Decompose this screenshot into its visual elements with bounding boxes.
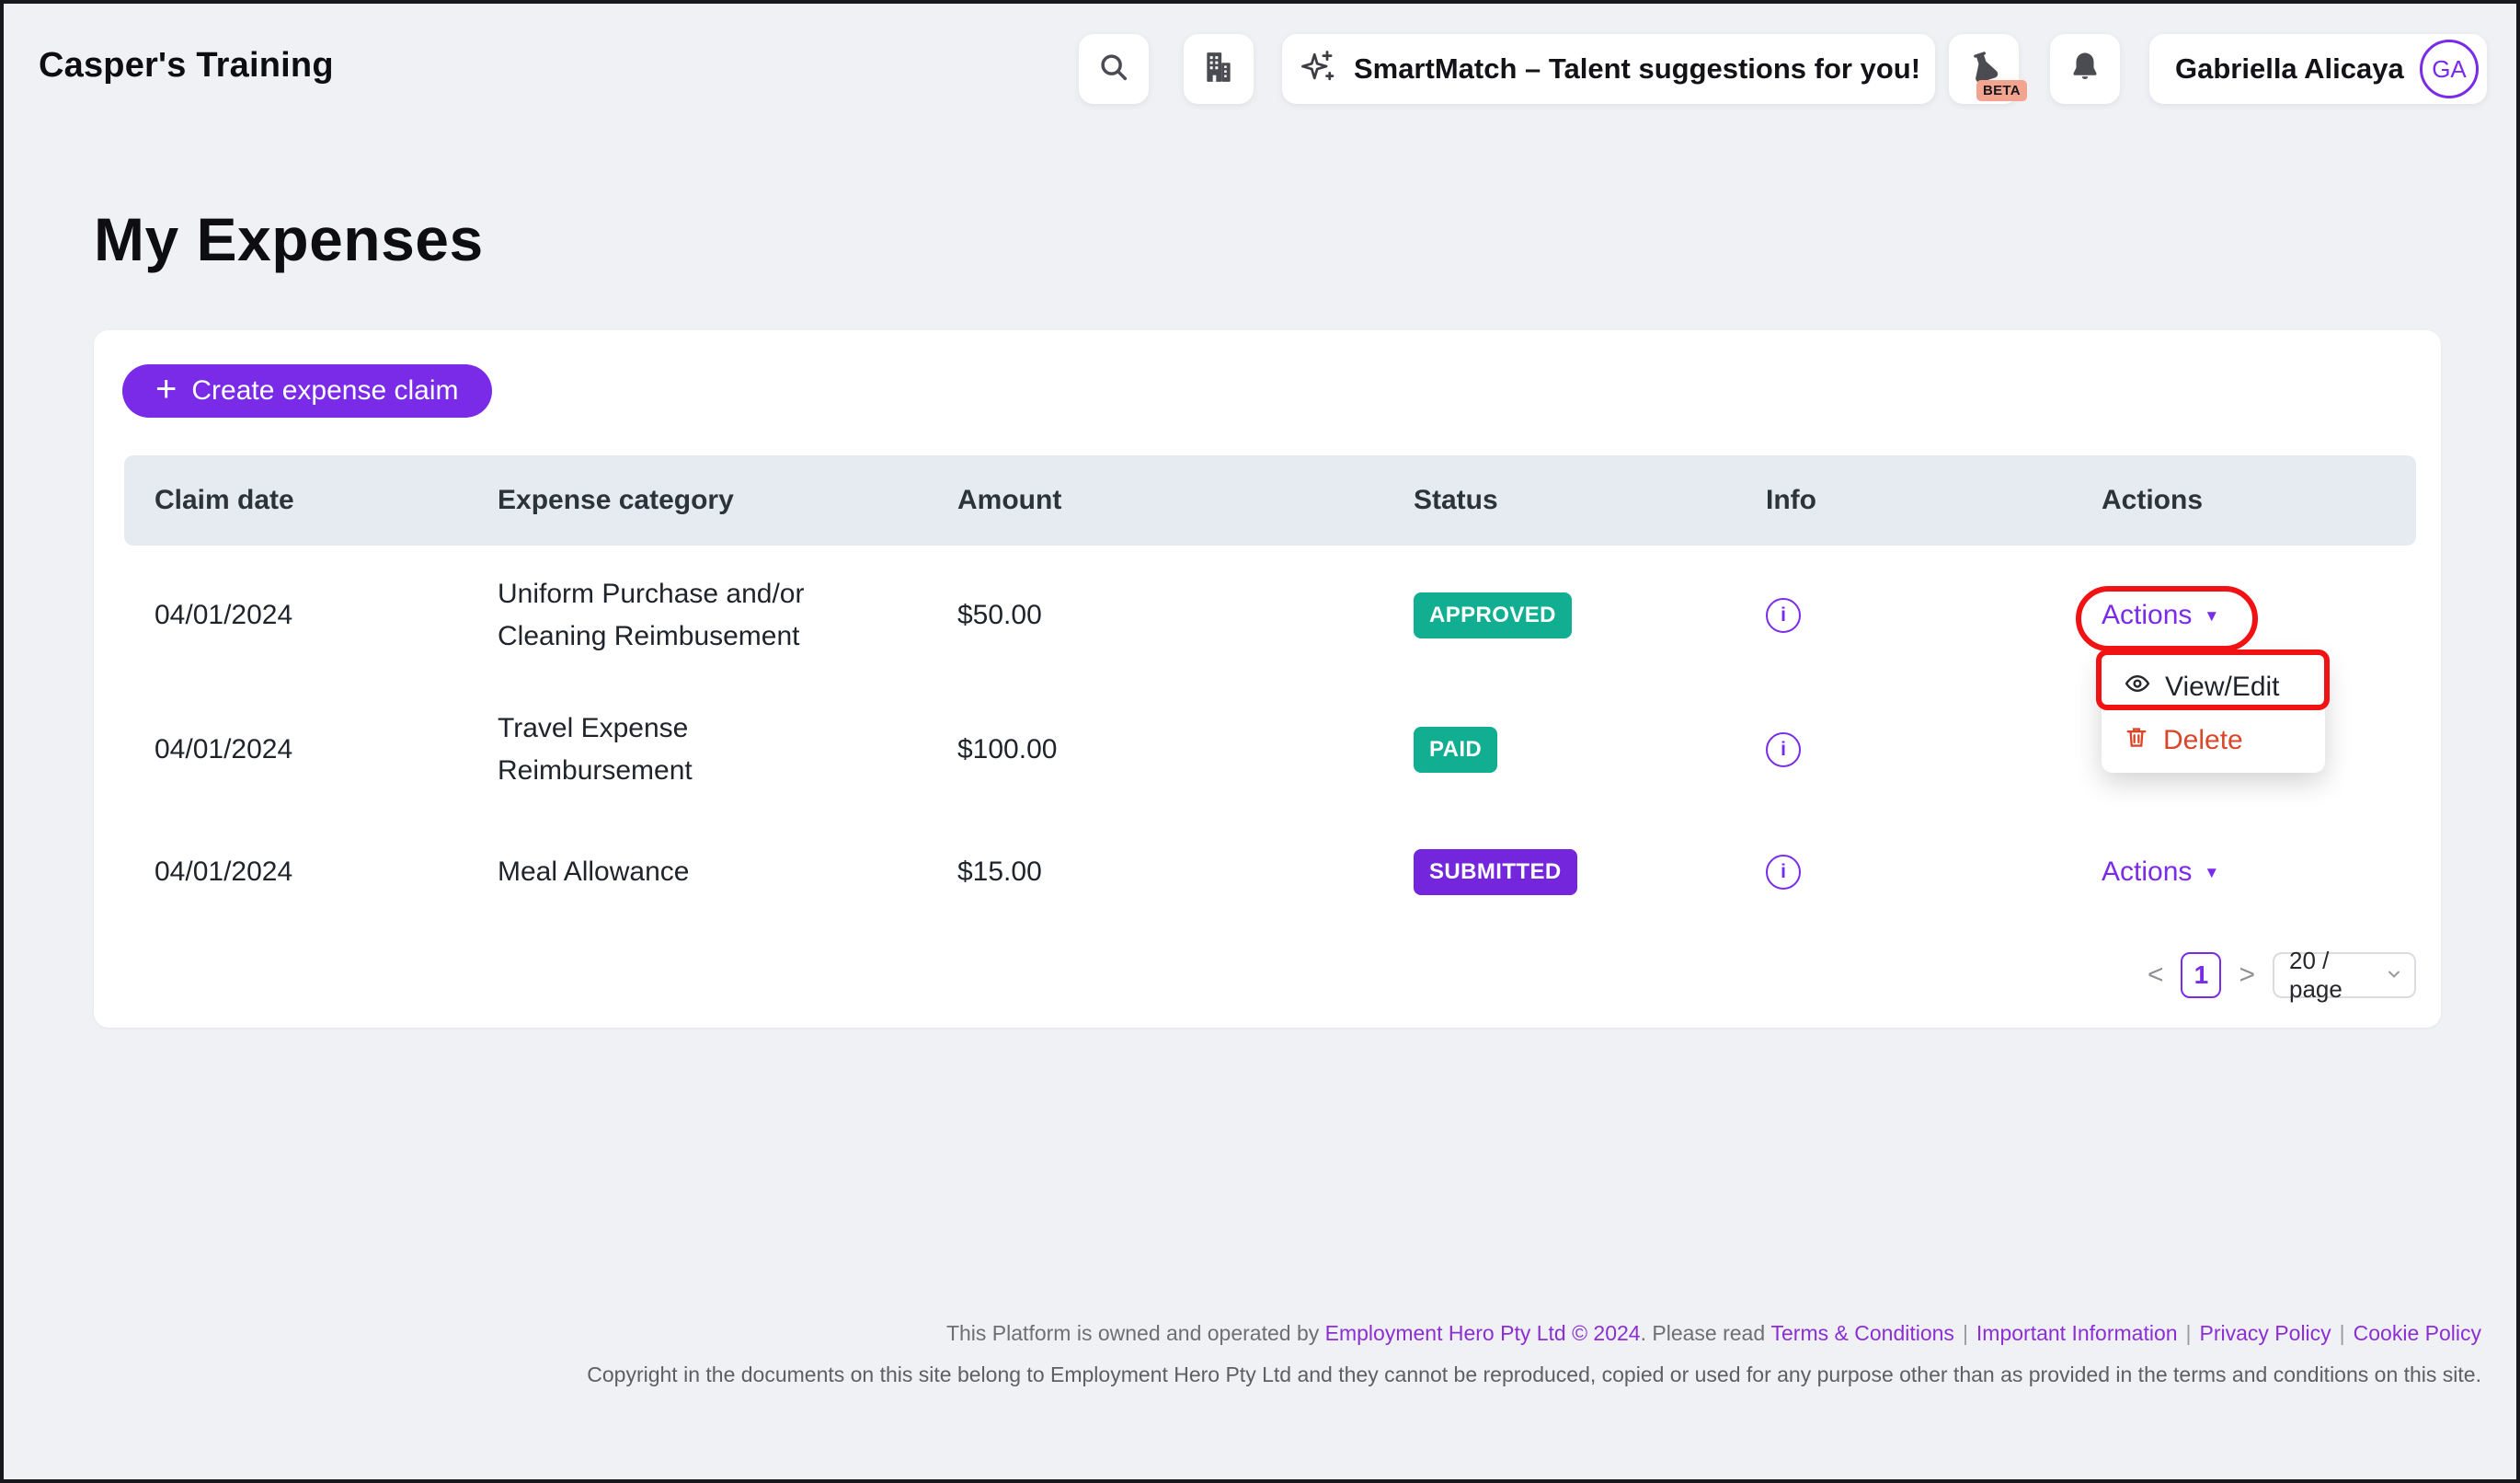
brand-title: Casper's Training <box>39 46 334 86</box>
page-size-select[interactable]: 20 / page <box>2273 952 2416 998</box>
view-edit-menu-item[interactable]: View/Edit <box>2102 661 2325 714</box>
caret-down-icon: ▼ <box>2204 864 2219 882</box>
info-icon[interactable]: i <box>1766 732 1801 767</box>
caret-down-icon: ▼ <box>2204 607 2219 626</box>
delete-menu-item[interactable]: Delete <box>2102 714 2325 767</box>
eye-icon <box>2124 670 2151 705</box>
table-header-row: Claim date Expense category Amount Statu… <box>124 455 2416 546</box>
col-status: Status <box>1383 455 1735 546</box>
user-name: Gabriella Alicaya <box>2175 52 2404 86</box>
table-row: 04/01/2024 Meal Allowance $15.00 SUBMITT… <box>124 814 2416 930</box>
footer: This Platform is owned and operated by E… <box>4 1321 2481 1387</box>
notifications-button[interactable] <box>2050 34 2120 104</box>
page-number-button[interactable]: 1 <box>2181 952 2221 998</box>
company-link[interactable]: Employment Hero Pty Ltd © 2024 <box>1325 1321 1641 1345</box>
previous-page-button[interactable]: < <box>2144 960 2168 991</box>
beta-badge: BETA <box>1976 80 2027 101</box>
app-window: Casper's Training SmartMatch – Talent su… <box>0 0 2520 1483</box>
bell-icon <box>2068 50 2102 89</box>
col-amount: Amount <box>927 455 1383 546</box>
next-page-button[interactable]: > <box>2235 960 2259 991</box>
create-expense-claim-button[interactable]: + Create expense claim <box>122 364 492 418</box>
claim-date: 04/01/2024 <box>124 685 467 814</box>
table-row: 04/01/2024 Uniform Purchase and/or Clean… <box>124 546 2416 685</box>
building-icon <box>1201 50 1236 89</box>
page-title: My Expenses <box>94 204 484 274</box>
cookie-policy-link[interactable]: Cookie Policy <box>2354 1321 2481 1345</box>
expense-category: Meal Allowance <box>467 814 927 930</box>
col-actions: Actions <box>2071 455 2416 546</box>
footer-copyright-line: Copyright in the documents on this site … <box>4 1362 2481 1387</box>
important-info-link[interactable]: Important Information <box>1976 1321 2178 1345</box>
avatar: GA <box>2420 40 2479 98</box>
col-expense-category: Expense category <box>467 455 927 546</box>
amount: $100.00 <box>927 685 1383 814</box>
actions-dropdown-menu: View/Edit Delete <box>2102 655 2325 773</box>
claim-date: 04/01/2024 <box>124 814 467 930</box>
chevron-down-icon <box>2385 961 2403 990</box>
status-badge: PAID <box>1414 727 1497 773</box>
trash-icon <box>2124 724 2149 757</box>
status-badge: SUBMITTED <box>1414 849 1577 895</box>
amount: $15.00 <box>927 814 1383 930</box>
create-expense-claim-label: Create expense claim <box>191 375 458 407</box>
expense-category: Uniform Purchase and/or Cleaning Reimbus… <box>467 546 927 685</box>
search-icon <box>1096 50 1131 89</box>
status-badge: APPROVED <box>1414 592 1572 638</box>
table-row: 04/01/2024 Travel Expense Reimbursement … <box>124 685 2416 814</box>
user-menu-button[interactable]: Gabriella Alicaya GA <box>2149 34 2487 104</box>
col-info: Info <box>1735 455 2071 546</box>
actions-dropdown-button[interactable]: Actions ▼ <box>2102 856 2219 888</box>
info-icon[interactable]: i <box>1766 598 1801 633</box>
smartmatch-label: SmartMatch – Talent suggestions for you! <box>1354 52 1920 86</box>
organisation-button[interactable] <box>1184 34 1254 104</box>
privacy-policy-link[interactable]: Privacy Policy <box>2200 1321 2331 1345</box>
sparkles-icon <box>1297 47 1337 92</box>
pagination: < 1 > 20 / page <box>2144 952 2416 998</box>
col-claim-date: Claim date <box>124 455 467 546</box>
expense-category: Travel Expense Reimbursement <box>467 685 927 814</box>
terms-link[interactable]: Terms & Conditions <box>1771 1321 1954 1345</box>
amount: $50.00 <box>927 546 1383 685</box>
beta-features-button[interactable]: BETA <box>1949 34 2019 104</box>
info-icon[interactable]: i <box>1766 855 1801 890</box>
actions-dropdown-button[interactable]: Actions ▼ <box>2102 600 2219 631</box>
claim-date: 04/01/2024 <box>124 546 467 685</box>
footer-legal-line: This Platform is owned and operated by E… <box>4 1321 2481 1346</box>
smartmatch-banner-button[interactable]: SmartMatch – Talent suggestions for you! <box>1282 34 1935 104</box>
expenses-card: + Create expense claim Claim date Expens… <box>94 330 2441 1028</box>
search-button[interactable] <box>1079 34 1149 104</box>
